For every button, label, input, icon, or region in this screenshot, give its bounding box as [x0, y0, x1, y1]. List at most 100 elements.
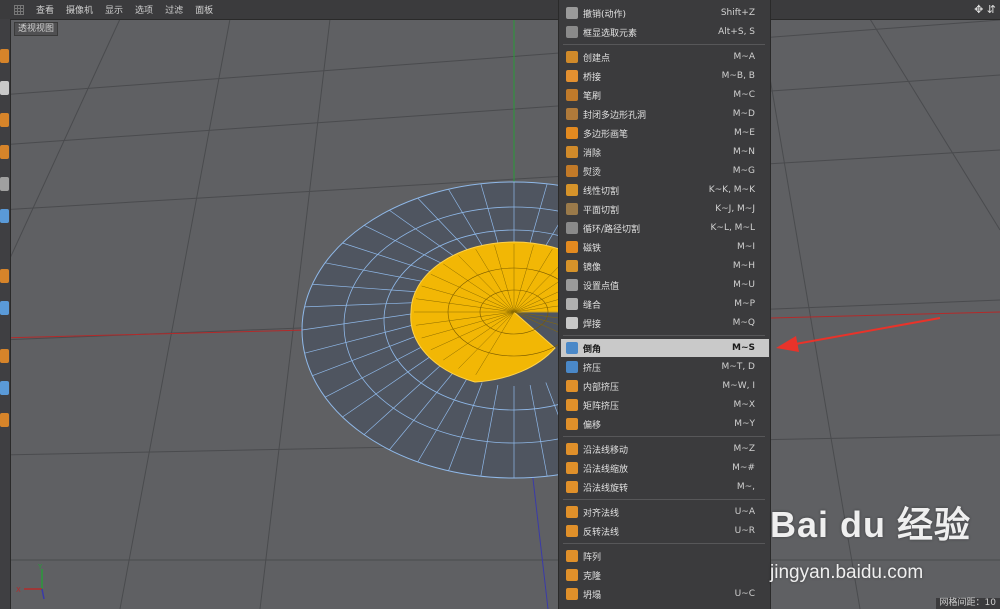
tool-icon[interactable]: [0, 381, 9, 395]
menu-item-label: 设置点值: [583, 281, 620, 292]
menu-filter[interactable]: 过滤: [159, 3, 189, 16]
menu-item-label: 撤销(动作): [583, 9, 627, 20]
close-hole-icon: [566, 108, 578, 120]
collapse-icon: [566, 588, 578, 600]
menu-item[interactable]: 桥接 M~B, B: [561, 67, 769, 85]
menu-item-label: 沿法线旋转: [583, 483, 629, 494]
menu-item[interactable]: 对齐法线 U~A: [561, 503, 769, 521]
menu-item-shortcut: K~L, M~L: [710, 223, 756, 233]
menu-item-shortcut: U~C: [734, 589, 755, 599]
menu-item-label: 消除: [583, 148, 602, 159]
tool-icon[interactable]: [0, 145, 9, 159]
menu-camera[interactable]: 摄像机: [60, 3, 99, 16]
menu-separator: [563, 436, 765, 437]
menu-item-label: 沿法线移动: [583, 445, 629, 456]
viewport-title: 透视视图: [14, 22, 59, 36]
tool-icon[interactable]: [0, 113, 9, 127]
menu-item[interactable]: 沿法线移动 M~Z: [561, 440, 769, 458]
menu-item[interactable]: 框显选取元素 Alt+S, S: [561, 23, 769, 41]
tool-icon[interactable]: [0, 81, 9, 95]
align-normals-icon: [566, 506, 578, 518]
menu-item[interactable]: 线性切割 K~K, M~K: [561, 181, 769, 199]
left-toolbar: [0, 19, 11, 609]
menu-item[interactable]: 撤销(动作) Shift+Z: [561, 4, 769, 22]
bevel-icon: [566, 342, 578, 354]
menu-item-shortcut: M~D: [732, 109, 755, 119]
menu-item-label: 对齐法线: [583, 508, 620, 519]
menu-item-label: 封闭多边形孔洞: [583, 110, 647, 121]
axis-x-label: X: [16, 586, 21, 594]
menu-item-label: 倒角: [583, 344, 602, 355]
normal-rotate-icon: [566, 481, 578, 493]
menu-item[interactable]: 笔刷 M~C: [561, 86, 769, 104]
menu-item-label: 内部挤压: [583, 382, 620, 393]
menu-separator: [563, 543, 765, 544]
menu-item[interactable]: 焊接 M~Q: [561, 314, 769, 332]
menu-panel[interactable]: 面板: [189, 3, 219, 16]
menu-item[interactable]: 镜像 M~H: [561, 257, 769, 275]
tool-icon[interactable]: [0, 349, 9, 363]
menu-item[interactable]: 沿法线旋转 M~,: [561, 478, 769, 496]
context-menu: 撤销(动作) Shift+Z 框显选取元素 Alt+S, S 创建点 M~A 桥接 M~B, …: [558, 0, 771, 609]
menu-item-label: 反转法线: [583, 527, 620, 538]
menu-display[interactable]: 显示: [99, 3, 129, 16]
axis-gizmo: Y X: [16, 563, 45, 600]
menu-item[interactable]: 缝合 M~P: [561, 295, 769, 313]
menu-item[interactable]: 矩阵挤压 M~X: [561, 396, 769, 414]
watermark-url: jingyan.baidu.com: [770, 562, 924, 583]
tool-icon[interactable]: [0, 301, 9, 315]
tool-icon[interactable]: [0, 413, 9, 427]
drag-grip-icon[interactable]: [14, 4, 24, 15]
menu-item[interactable]: 内部挤压 M~W, I: [561, 377, 769, 395]
menu-item-shortcut: M~P: [734, 299, 755, 309]
menu-item[interactable]: 倒角 M~S: [561, 339, 769, 357]
mirror-icon: [566, 260, 578, 272]
viewport-menubar: 查看 摄像机 显示 选项 过滤 面板 ✥ ⇵: [0, 0, 1000, 20]
extrude-icon: [566, 361, 578, 373]
menu-item-shortcut: M~I: [737, 242, 755, 252]
menu-item-label: 框显选取元素: [583, 28, 638, 39]
menu-item[interactable]: 熨烫 M~G: [561, 162, 769, 180]
menu-item[interactable]: 沿法线缩放 M~#: [561, 459, 769, 477]
menu-item-label: 磁铁: [583, 243, 602, 254]
menu-item-shortcut: M~A: [733, 52, 755, 62]
menu-item[interactable]: 反转法线 U~R: [561, 522, 769, 540]
menu-options[interactable]: 选项: [129, 3, 159, 16]
menu-item-shortcut: M~X: [733, 400, 755, 410]
menu-item-shortcut: M~#: [732, 463, 755, 473]
menu-item[interactable]: 创建点 M~A: [561, 48, 769, 66]
menu-item[interactable]: 坍塌 U~C: [561, 585, 769, 603]
menu-item-shortcut: M~T, D: [721, 362, 755, 372]
set-point-value-icon: [566, 279, 578, 291]
menu-item-label: 沿法线缩放: [583, 464, 629, 475]
smooth-shift-icon: [566, 418, 578, 430]
menu-item-shortcut: M~N: [732, 147, 755, 157]
normal-move-icon: [566, 443, 578, 455]
tool-icon[interactable]: [0, 49, 9, 63]
viewport-nav-icon[interactable]: ✥ ⇵: [974, 3, 996, 16]
tool-icon[interactable]: [0, 269, 9, 283]
weld-icon: [566, 317, 578, 329]
menu-item[interactable]: 多边形画笔 M~E: [561, 124, 769, 142]
menu-item-label: 笔刷: [583, 91, 602, 102]
z-axis-line: [531, 469, 549, 609]
menu-item[interactable]: 平面切割 K~J, M~J: [561, 200, 769, 218]
menu-item[interactable]: 磁铁 M~I: [561, 238, 769, 256]
tool-icon[interactable]: [0, 177, 9, 191]
menu-item-label: 循环/路径切割: [583, 224, 641, 235]
tool-icon[interactable]: [0, 209, 9, 223]
menu-item[interactable]: 循环/路径切割 K~L, M~L: [561, 219, 769, 237]
menu-item-shortcut: M~Y: [734, 419, 755, 429]
menu-item-label: 线性切割: [583, 186, 620, 197]
menu-item[interactable]: 挤压 M~T, D: [561, 358, 769, 376]
menu-item[interactable]: 消除 M~N: [561, 143, 769, 161]
menu-item-shortcut: M~B, B: [721, 71, 755, 81]
menu-item[interactable]: 偏移 M~Y: [561, 415, 769, 433]
menu-item[interactable]: 封闭多边形孔洞 M~D: [561, 105, 769, 123]
menu-view[interactable]: 查看: [30, 3, 60, 16]
menu-item-label: 坍塌: [583, 590, 602, 601]
menu-item[interactable]: 阵列: [561, 547, 769, 565]
menu-item[interactable]: 设置点值 M~U: [561, 276, 769, 294]
menu-item-label: 缝合: [583, 300, 602, 311]
menu-item[interactable]: 克隆: [561, 566, 769, 584]
